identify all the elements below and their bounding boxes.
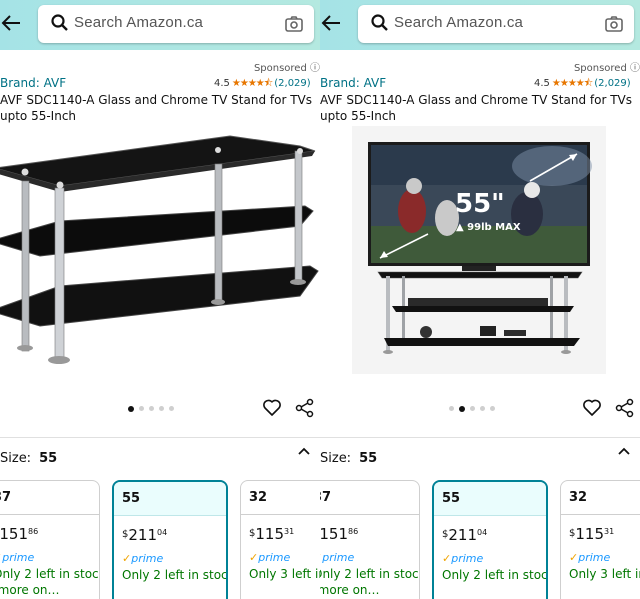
size-option-card-selected[interactable]: 55 $21104 ✓prime Only 2 left in stock. [432, 480, 548, 599]
product-title: AVF SDC1140-A Glass and Chrome TV Stand … [320, 93, 632, 123]
divider [0, 437, 320, 438]
product-pane-right: Search Amazon.ca Sponsored ⓘ Brand: AVF … [320, 0, 640, 599]
weight-overlay: 99lb MAX [467, 222, 521, 233]
split-screen: Search Amazon.ca Sponsored ⓘ Brand: AVF … [0, 0, 640, 599]
chevron-up-icon[interactable] [616, 444, 632, 460]
prime-badge: ✓prime [569, 551, 611, 564]
share-icon[interactable] [295, 398, 315, 418]
search-placeholder: Search Amazon.ca [74, 14, 204, 31]
rating-count: (2,029) [274, 78, 311, 89]
share-icon[interactable] [615, 398, 635, 418]
prime-badge: ✓prime [320, 551, 355, 564]
size-option-card-selected[interactable]: 55 $21104 ✓prime Only 2 left in stock. [112, 480, 228, 599]
stock-status: Only 2 left in stock (more on… [0, 567, 99, 597]
brand-link[interactable]: Brand: AVF [0, 76, 66, 90]
heart-icon[interactable] [582, 398, 602, 418]
stock-status: Only 2 left in stock. [122, 568, 228, 582]
stock-status: Only 3 left in stock. [569, 567, 640, 581]
size-selector-label: Size: 55 [320, 451, 378, 466]
rating-stars-icon: ★★★★⯪ [231, 78, 273, 89]
price: $21104 [442, 526, 488, 544]
size-option-card[interactable]: 37 $15186 ✓prime Only 2 left in stock (m… [320, 480, 420, 599]
price: $15186 [320, 525, 359, 543]
size-option-label: 37 [0, 481, 99, 515]
price: $11531 [569, 525, 615, 543]
rating-value: 4.5 [214, 78, 230, 89]
rating-stars-icon: ★★★★⯪ [551, 78, 593, 89]
back-arrow-icon[interactable] [320, 12, 342, 34]
search-icon [51, 14, 68, 31]
stock-status: Only 2 left in stock. [442, 568, 548, 582]
image-carousel-dots[interactable] [128, 405, 174, 412]
tv-on-stand-image: 55" ▲ 99lb MAX [352, 126, 606, 374]
prime-badge: ✓prime [249, 551, 291, 564]
rating-summary[interactable]: 4.5 ★★★★⯪ (2,029) [534, 76, 631, 93]
camera-search-icon[interactable] [604, 14, 624, 34]
search-input[interactable]: Search Amazon.ca [358, 5, 634, 43]
price: $15186 [0, 525, 39, 543]
stock-status: Only 2 left in stock (more on… [320, 567, 419, 597]
back-arrow-icon[interactable] [0, 12, 22, 34]
search-header: Search Amazon.ca [0, 0, 320, 50]
tv-stand-image [0, 135, 319, 364]
search-header: Search Amazon.ca [320, 0, 640, 50]
price: $11531 [249, 525, 295, 543]
tv-size-overlay: 55" [455, 189, 505, 219]
sponsored-label[interactable]: Sponsored ⓘ [254, 59, 320, 74]
search-input[interactable]: Search Amazon.ca [38, 5, 314, 43]
product-image[interactable] [0, 126, 320, 396]
divider [320, 437, 640, 438]
prime-badge: ✓prime [0, 551, 35, 564]
product-image[interactable]: 55" ▲ 99lb MAX [352, 126, 606, 374]
size-option-label: 32 [561, 481, 640, 515]
size-option-card[interactable]: 37 $15186 ✓prime Only 2 left in stock (m… [0, 480, 100, 599]
search-icon [371, 14, 388, 31]
rating-value: 4.5 [534, 78, 550, 89]
rating-count: (2,029) [594, 78, 631, 89]
prime-badge: ✓prime [122, 552, 164, 565]
stock-status: Only 3 left in stock. [249, 567, 320, 581]
camera-search-icon[interactable] [284, 14, 304, 34]
product-title: AVF SDC1140-A Glass and Chrome TV Stand … [0, 93, 312, 123]
size-option-label: 55 [434, 482, 546, 516]
product-pane-left: Search Amazon.ca Sponsored ⓘ Brand: AVF … [0, 0, 320, 599]
prime-badge: ✓prime [442, 552, 484, 565]
search-placeholder: Search Amazon.ca [394, 14, 524, 31]
chevron-up-icon[interactable] [296, 444, 312, 460]
sponsored-label[interactable]: Sponsored ⓘ [574, 59, 640, 74]
rating-summary[interactable]: 4.5 ★★★★⯪ (2,029) [214, 76, 311, 93]
heart-icon[interactable] [262, 398, 282, 418]
size-option-label: 32 [241, 481, 320, 515]
size-option-label: 55 [114, 482, 226, 516]
brand-link[interactable]: Brand: AVF [320, 76, 386, 90]
image-carousel-dots[interactable] [449, 405, 495, 412]
price: $21104 [122, 526, 168, 544]
size-selector-label: Size: 55 [0, 451, 58, 466]
size-option-label: 37 [320, 481, 419, 515]
size-option-card[interactable]: 32 $11531 ✓prime Only 3 left in stock. [560, 480, 640, 599]
svg-text:▲ 99lb MAX: ▲ 99lb MAX [456, 222, 521, 233]
size-option-card[interactable]: 32 $11531 ✓prime Only 3 left in stock. [240, 480, 320, 599]
